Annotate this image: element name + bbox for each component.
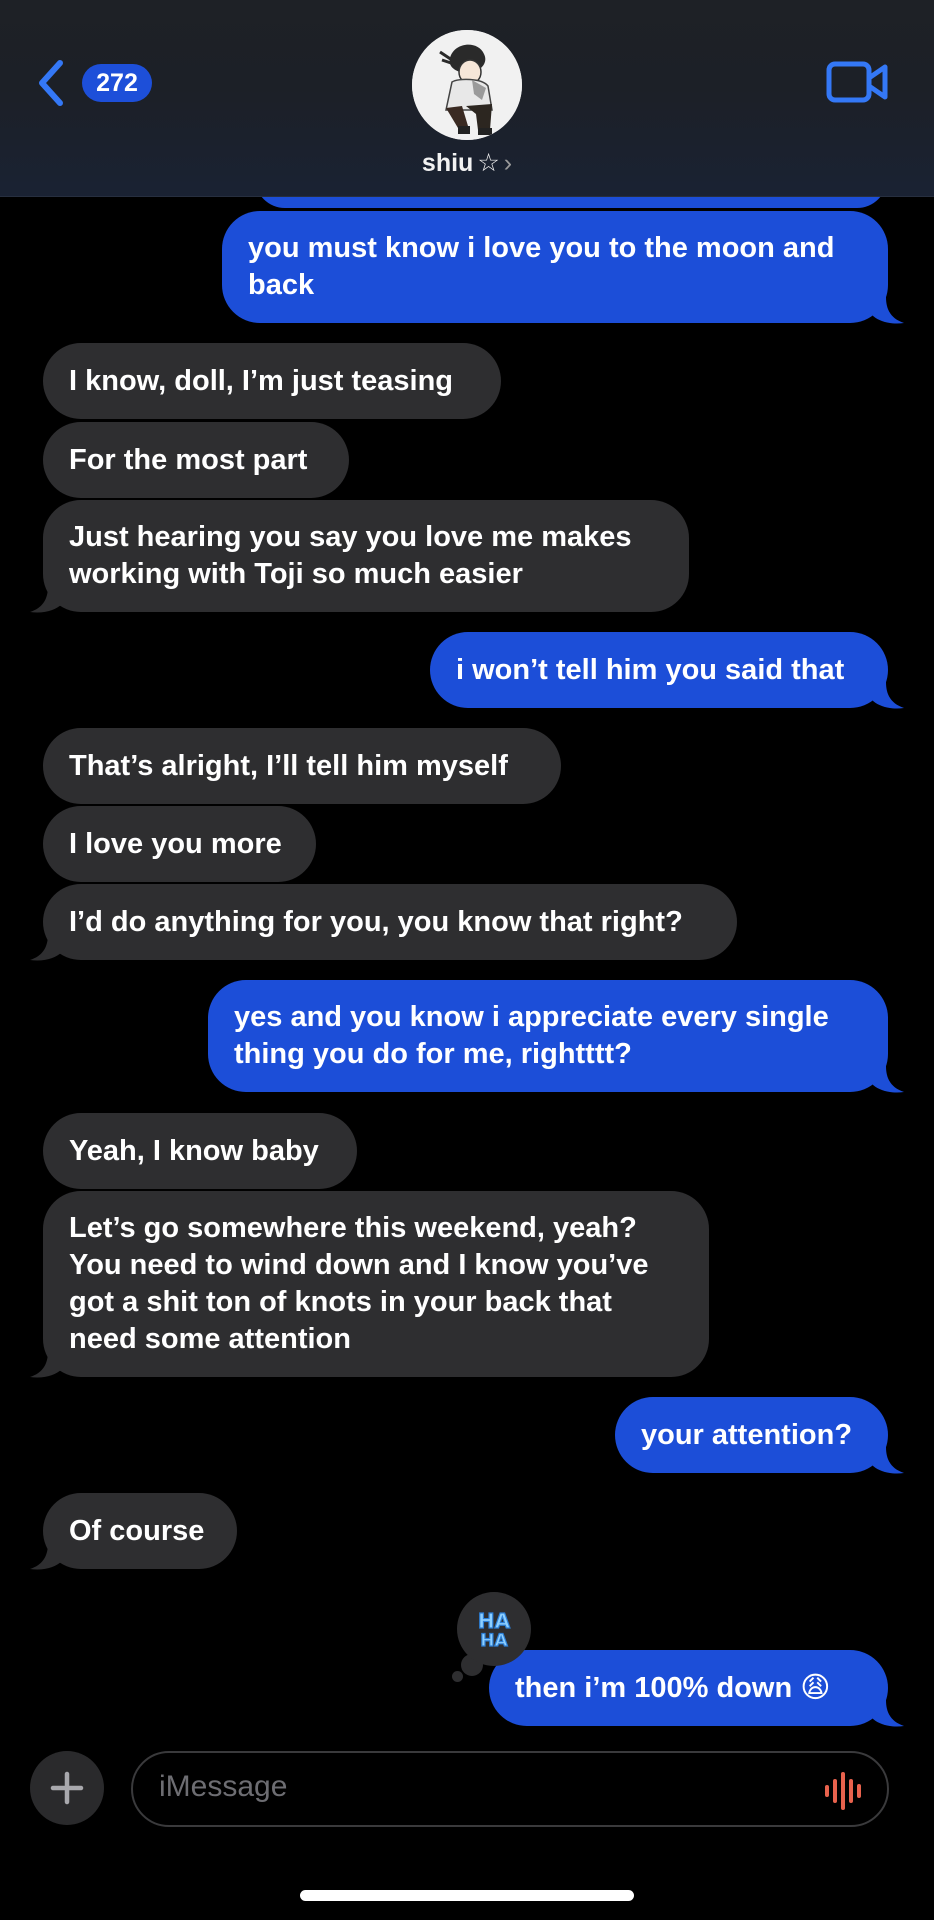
conversation-header: 272 shiu ☆ › [0, 0, 934, 197]
message-outgoing[interactable]: yes and you know i appreciate every sing… [208, 980, 888, 1092]
message-incoming[interactable]: That’s alright, I’ll tell him myself [43, 728, 561, 804]
haha-reaction[interactable]: HA HA [457, 1592, 531, 1666]
contact-name-label: shiu [421, 149, 474, 177]
haha-icon: HA HA [477, 1608, 511, 1651]
message-text: For the most part [69, 443, 308, 476]
add-attachment-button[interactable] [30, 1751, 104, 1825]
plus-icon [50, 1771, 84, 1805]
unread-count-badge: 272 [82, 64, 152, 102]
message-outgoing[interactable]: you must know i love you to the moon and… [222, 211, 888, 323]
chevron-right-icon: › [503, 149, 513, 177]
message-incoming[interactable]: Of course [43, 1493, 237, 1569]
tapback-dot [452, 1671, 463, 1682]
message-text: yes and you know i appreciate every sing… [234, 1001, 829, 1070]
message-incoming[interactable]: I love you more [43, 806, 316, 882]
haha-line-1: HA [478, 1609, 511, 1633]
bubble-tail [30, 586, 62, 613]
contact-name[interactable]: shiu ☆ › [0, 148, 934, 178]
bubble-tail [30, 1351, 62, 1378]
message-text: I know, doll, I’m just teasing [69, 364, 454, 397]
chevron-left-icon [39, 60, 63, 106]
message-text: you must know i love you to the moon and… [248, 232, 835, 301]
message-text: Just hearing you say you love me makes w… [69, 521, 632, 590]
message-text: then i’m 100% down 😩 [515, 1671, 831, 1704]
message-incoming[interactable]: I know, doll, I’m just teasing [43, 343, 501, 419]
message-text: i won’t tell him you said that [456, 653, 845, 686]
message-incoming[interactable]: Let’s go somewhere this weekend, yeah? Y… [43, 1191, 709, 1377]
bubble-tail [30, 1543, 62, 1570]
message-text: That’s alright, I’ll tell him myself [69, 749, 508, 782]
star-icon: ☆ [477, 149, 500, 177]
avatar-illustration [412, 30, 522, 140]
message-text: I’d do anything for you, you know that r… [69, 905, 683, 938]
message-text: I love you more [69, 827, 282, 860]
message-outgoing[interactable]: then i’m 100% down 😩 [489, 1650, 888, 1726]
messages-screen: 272 shiu ☆ › you must know i love you to… [0, 0, 934, 1920]
bubble-tail [30, 934, 62, 961]
bubble-tail [872, 1700, 904, 1727]
message-text: Of course [69, 1514, 205, 1547]
message-outgoing[interactable]: your attention? [615, 1397, 888, 1473]
haha-line-2: HA [480, 1631, 508, 1651]
video-call-icon[interactable] [826, 58, 890, 106]
message-text: Yeah, I know baby [69, 1134, 319, 1167]
message-outgoing[interactable]: i won’t tell him you said that [430, 632, 888, 708]
message-incoming[interactable]: I’d do anything for you, you know that r… [43, 884, 737, 960]
bubble-tail [872, 297, 904, 324]
message-text: your attention? [641, 1418, 853, 1451]
message-text: Let’s go somewhere this weekend, yeah? Y… [69, 1212, 649, 1355]
message-incoming[interactable]: Just hearing you say you love me makes w… [43, 500, 689, 612]
contact-avatar[interactable] [412, 30, 522, 140]
message-incoming[interactable]: Yeah, I know baby [43, 1113, 357, 1189]
home-indicator[interactable] [300, 1890, 634, 1901]
bubble-tail [872, 682, 904, 709]
message-incoming[interactable]: For the most part [43, 422, 349, 498]
bubble-tail [872, 1447, 904, 1474]
audio-waveform-icon[interactable] [823, 1771, 867, 1811]
message-input[interactable]: iMessage [131, 1751, 889, 1827]
bubble-tail [872, 1066, 904, 1093]
back-button[interactable]: 272 [30, 54, 160, 110]
message-input-placeholder: iMessage [159, 1770, 288, 1803]
